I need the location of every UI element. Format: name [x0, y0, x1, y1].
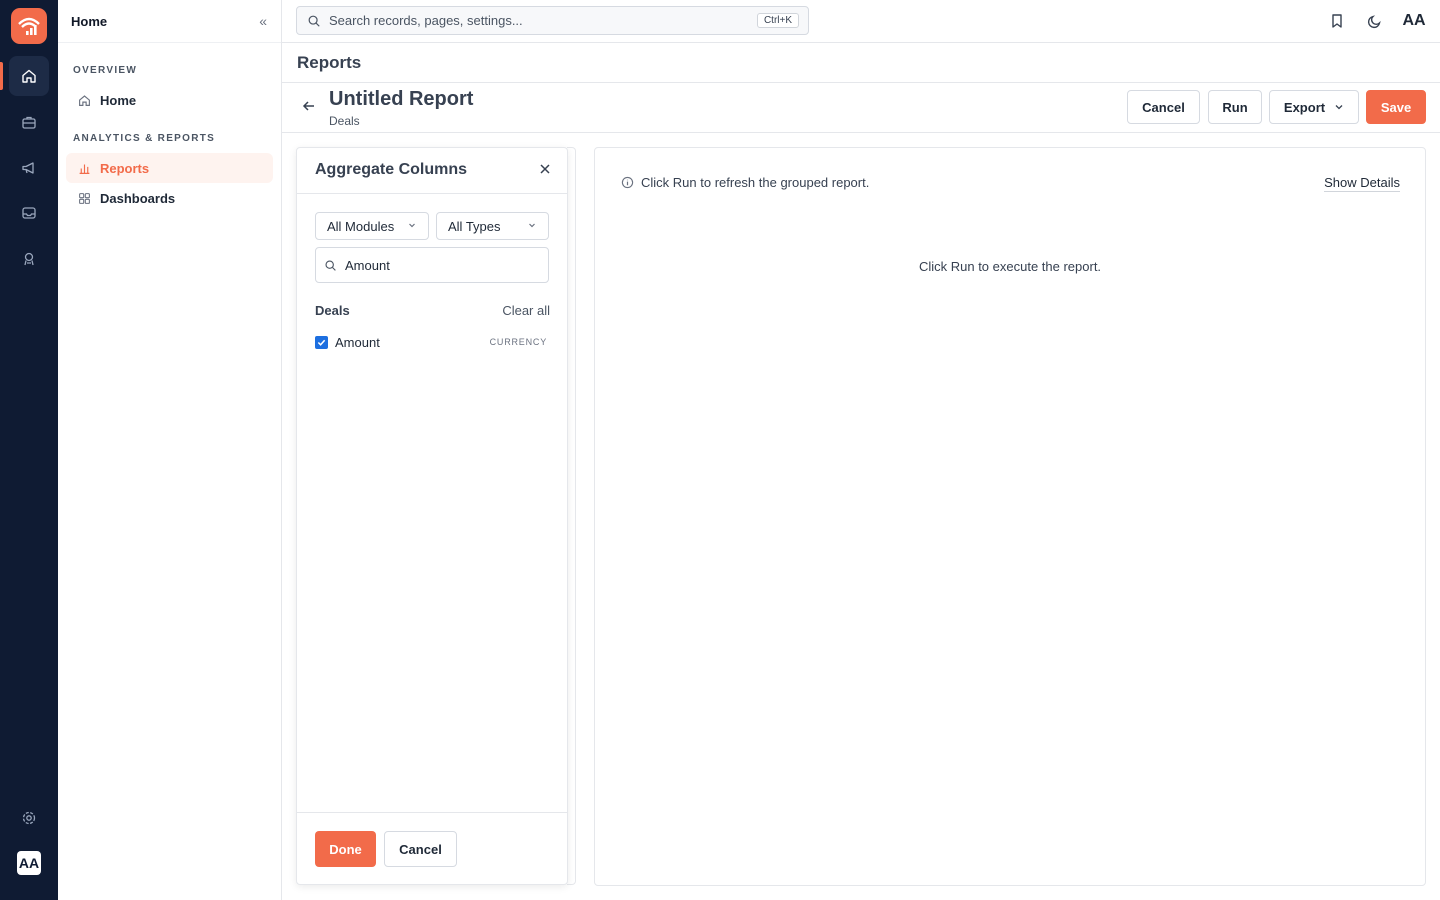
- list-item[interactable]: Amount CURRENCY: [315, 333, 547, 351]
- panel-title: Aggregate Columns: [315, 161, 468, 178]
- report-results: Click Run to refresh the grouped report.…: [594, 147, 1426, 886]
- home-icon: [22, 69, 36, 83]
- run-button[interactable]: Run: [1208, 90, 1262, 124]
- megaphone-icon: [22, 162, 34, 174]
- group-label: Deals: [315, 303, 350, 318]
- active-indicator: [0, 62, 3, 90]
- briefcase-icon: [22, 116, 36, 129]
- module-filter-select[interactable]: All Modules: [315, 212, 429, 240]
- done-button[interactable]: Done: [315, 831, 376, 867]
- clear-all-button[interactable]: Clear all: [502, 303, 550, 318]
- report-title[interactable]: Untitled Report: [329, 88, 473, 111]
- user-avatar[interactable]: AA: [1400, 8, 1428, 34]
- save-button[interactable]: Save: [1366, 90, 1426, 124]
- search-placeholder: Search records, pages, settings...: [329, 13, 523, 28]
- rail-inbox-button[interactable]: [9, 193, 49, 233]
- panel-cancel-button[interactable]: Cancel: [384, 831, 457, 867]
- rail-megaphone-button[interactable]: [9, 148, 49, 188]
- panel-header: Aggregate Columns: [297, 148, 567, 194]
- info-banner: Click Run to refresh the grouped report.: [621, 175, 869, 190]
- side-navigation: Home « OVERVIEW Home ANALYTICS & REPORTS…: [58, 0, 282, 900]
- show-details-link[interactable]: Show Details: [1324, 175, 1400, 192]
- rail-avatar[interactable]: AA: [17, 851, 41, 875]
- global-search-input[interactable]: Search records, pages, settings... Ctrl+…: [296, 6, 809, 35]
- sidebar-item-home[interactable]: Home: [66, 85, 273, 115]
- sidenav-title: Home: [71, 13, 108, 29]
- report-module: Deals: [329, 114, 360, 128]
- support-icon: [24, 252, 34, 266]
- sidebar-item-label: Home: [100, 92, 137, 108]
- moon-icon: [1367, 15, 1381, 29]
- aggregate-columns-panel: Aggregate Columns All Modules All Types …: [296, 147, 568, 885]
- close-icon: [540, 164, 550, 174]
- grid-icon: [77, 191, 91, 205]
- chevron-down-icon: [409, 223, 415, 228]
- search-icon: [325, 259, 336, 271]
- gear-icon: [22, 811, 36, 825]
- module-filter-value: All Modules: [327, 218, 395, 234]
- checkbox-checked[interactable]: [315, 335, 328, 349]
- info-text: Click Run to refresh the grouped report.: [641, 175, 870, 190]
- sidenav-header: Home «: [58, 0, 281, 43]
- shortcut-badge: Ctrl+K: [756, 13, 799, 28]
- chevron-down-icon: [1335, 105, 1343, 110]
- bookmark-button[interactable]: [1326, 10, 1348, 32]
- column-type: CURRENCY: [489, 337, 547, 347]
- column-search-input[interactable]: Amount: [315, 247, 549, 283]
- type-filter-select[interactable]: All Types: [436, 212, 549, 240]
- inbox-icon: [22, 207, 36, 219]
- section-analytics-reports: ANALYTICS & REPORTS: [73, 133, 216, 144]
- dark-mode-button[interactable]: [1364, 10, 1386, 32]
- export-label: Export: [1283, 99, 1326, 115]
- cancel-button[interactable]: Cancel: [1127, 90, 1200, 124]
- search-icon: [308, 15, 320, 27]
- check-icon: [317, 339, 326, 346]
- top-bar: Search records, pages, settings... Ctrl+…: [282, 0, 1440, 43]
- icon-rail: AA: [0, 0, 58, 900]
- rail-support-button[interactable]: [9, 239, 49, 279]
- collapse-sidebar-icon[interactable]: «: [259, 13, 267, 29]
- rail-settings-button[interactable]: [9, 798, 49, 838]
- chevron-down-icon: [529, 223, 535, 228]
- rail-home-button[interactable]: [9, 56, 49, 96]
- back-button[interactable]: [302, 99, 316, 116]
- bar-chart-icon: [77, 161, 91, 175]
- export-button[interactable]: Export: [1269, 90, 1359, 124]
- close-panel-button[interactable]: [539, 163, 551, 178]
- sidebar-item-label: Reports: [100, 160, 150, 176]
- empty-state: Click Run to execute the report.: [918, 259, 1102, 274]
- sidebar-item-label: Dashboards: [100, 190, 176, 206]
- sidebar-item-reports[interactable]: Reports: [66, 153, 273, 183]
- app-logo-icon[interactable]: [11, 8, 47, 44]
- panel-edge: [567, 147, 576, 885]
- info-icon: [621, 176, 634, 189]
- panel-footer: Done Cancel: [297, 812, 567, 884]
- sidebar-item-dashboards[interactable]: Dashboards: [66, 183, 273, 213]
- page-title: Reports: [297, 53, 362, 72]
- bookmark-icon: [1332, 14, 1342, 28]
- rail-briefcase-button[interactable]: [9, 102, 49, 142]
- column-label: Amount: [335, 334, 380, 350]
- section-overview: OVERVIEW: [73, 65, 138, 76]
- report-header: Untitled Report Deals Cancel Run Export …: [282, 83, 1440, 133]
- search-value: Amount: [345, 257, 390, 273]
- page-header: Reports: [282, 43, 1440, 83]
- arrow-left-icon: [302, 101, 314, 111]
- type-filter-value: All Types: [448, 218, 501, 234]
- home-icon: [77, 93, 91, 107]
